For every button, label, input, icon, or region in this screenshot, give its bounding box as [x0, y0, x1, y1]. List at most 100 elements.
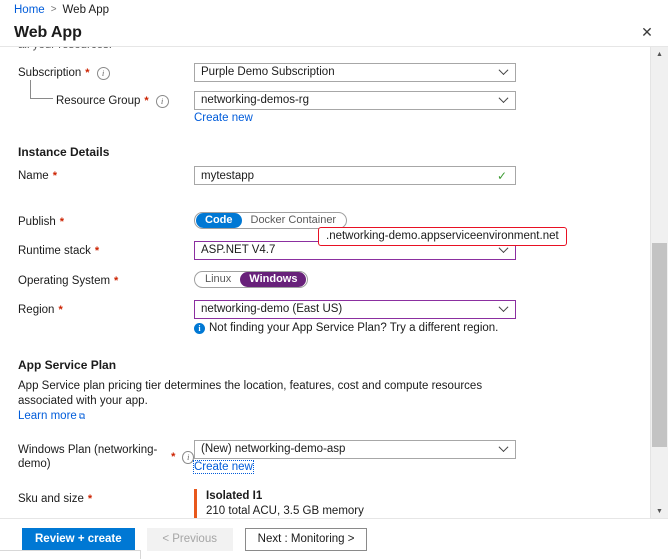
publish-label-text: Publish [18, 215, 56, 229]
valid-check-icon: ✓ [497, 169, 507, 183]
operating-system-label-text: Operating System [18, 274, 110, 288]
region-note: i Not finding your App Service Plan? Try… [194, 322, 648, 334]
subscription-control: Purple Demo Subscription [194, 63, 648, 82]
name-label-text: Name [18, 169, 49, 183]
runtime-stack-value: ASP.NET V4.7 [201, 242, 275, 259]
subscription-label-text: Subscription [18, 66, 81, 80]
web-app-form: all your resources. Subscription * i Pur… [0, 47, 648, 519]
name-input-wrapper[interactable]: ✓ [194, 166, 516, 185]
windows-plan-label: Windows Plan (networking-demo) * i [18, 440, 194, 471]
review-create-button[interactable]: Review + create [22, 528, 135, 551]
windows-plan-actions: Create new [194, 461, 648, 473]
publish-option-code[interactable]: Code [196, 213, 242, 228]
chevron-down-icon [500, 246, 508, 254]
subscription-value: Purple Demo Subscription [201, 64, 335, 81]
name-suffix-callout: .networking-demo.appserviceenvironment.n… [318, 227, 567, 246]
region-control: networking-demo (East US) i Not finding … [194, 300, 648, 334]
breadcrumb: Home > Web App [0, 0, 668, 19]
required-asterisk: * [58, 303, 62, 317]
clipped-top-text: all your resources. [0, 47, 648, 54]
windows-plan-value: (New) networking-demo-asp [201, 441, 345, 458]
region-dropdown[interactable]: networking-demo (East US) [194, 300, 516, 319]
blade-header: Web App ✕ [0, 19, 668, 47]
instance-details-heading: Instance Details [0, 145, 648, 159]
create-new-resource-group-link[interactable]: Create new [194, 112, 253, 124]
subscription-row: Subscription * i Purple Demo Subscriptio… [0, 63, 648, 82]
publish-option-docker-container[interactable]: Docker Container [242, 213, 346, 228]
sku-and-size-label-text: Sku and size [18, 492, 84, 506]
name-label: Name * [18, 166, 194, 183]
info-icon[interactable]: i [97, 67, 110, 80]
app-service-plan-heading: App Service Plan [0, 358, 648, 372]
sku-and-size-row: Sku and size * Isolated I1 210 total ACU… [0, 489, 648, 519]
sku-and-size-label: Sku and size * [18, 489, 194, 506]
breadcrumb-separator-icon: > [51, 4, 57, 15]
learn-more-line: Learn more⧉ [0, 409, 528, 424]
form-scroll-area[interactable]: all your resources. Subscription * i Pur… [0, 47, 668, 519]
required-asterisk: * [95, 244, 99, 258]
publish-label: Publish * [18, 212, 194, 229]
browser-status-bar [0, 550, 141, 559]
runtime-stack-label-text: Runtime stack [18, 244, 91, 258]
subscription-dropdown[interactable]: Purple Demo Subscription [194, 63, 516, 82]
operating-system-control: Linux Windows [194, 271, 648, 288]
region-note-text: Not finding your App Service Plan? Try a… [209, 322, 498, 334]
chevron-down-icon [500, 305, 508, 313]
breadcrumb-current: Web App [63, 4, 109, 16]
region-row: Region * networking-demo (East US) i Not… [0, 300, 648, 334]
scroll-up-arrow-icon[interactable]: ▲ [651, 47, 668, 62]
operating-system-toggle-group[interactable]: Linux Windows [194, 271, 308, 288]
info-icon[interactable]: i [182, 451, 194, 464]
close-icon[interactable]: ✕ [636, 22, 658, 44]
info-icon: i [194, 323, 205, 334]
operating-system-row: Operating System * Linux Windows [0, 271, 648, 289]
windows-plan-row: Windows Plan (networking-demo) * i (New)… [0, 440, 648, 473]
resource-group-label-text: Resource Group [56, 94, 140, 108]
learn-more-link[interactable]: Learn more [18, 410, 77, 422]
required-asterisk: * [144, 94, 148, 108]
windows-plan-control: (New) networking-demo-asp Create new [194, 440, 648, 473]
windows-plan-dropdown[interactable]: (New) networking-demo-asp [194, 440, 516, 459]
resource-group-actions: Create new [194, 112, 648, 124]
breadcrumb-home-link[interactable]: Home [14, 4, 45, 16]
chevron-down-icon [500, 445, 508, 453]
region-value: networking-demo (East US) [201, 301, 342, 318]
os-option-windows[interactable]: Windows [240, 272, 306, 287]
required-asterisk: * [85, 66, 89, 80]
required-asterisk: * [53, 169, 57, 183]
app-service-plan-description: App Service plan pricing tier determines… [0, 379, 528, 409]
previous-button[interactable]: < Previous [147, 528, 233, 551]
resource-group-value: networking-demos-rg [201, 92, 309, 109]
scroll-down-arrow-icon[interactable]: ▼ [651, 504, 668, 519]
vertical-scrollbar[interactable]: ▲ ▼ [650, 47, 668, 519]
chevron-down-icon [500, 68, 508, 76]
required-asterisk: * [88, 492, 92, 506]
region-label: Region * [18, 300, 194, 317]
external-link-icon[interactable]: ⧉ [79, 411, 85, 421]
windows-plan-label-text: Windows Plan (networking-demo) [18, 443, 167, 471]
scrollbar-thumb[interactable] [652, 243, 667, 446]
resource-group-dropdown[interactable]: networking-demos-rg [194, 91, 516, 110]
subscription-label: Subscription * i [18, 63, 194, 80]
required-asterisk: * [114, 274, 118, 288]
sku-summary: Isolated I1 210 total ACU, 3.5 GB memory… [194, 489, 648, 519]
tree-connector-icon [30, 80, 53, 99]
info-icon[interactable]: i [156, 95, 169, 108]
name-control: ✓ [194, 166, 648, 185]
runtime-stack-label: Runtime stack * [18, 241, 194, 258]
name-input[interactable] [201, 170, 493, 182]
name-row: Name * ✓ [0, 166, 648, 185]
sku-title: Isolated I1 [206, 489, 648, 504]
create-new-plan-link[interactable]: Create new [194, 461, 253, 473]
sku-and-size-control: Isolated I1 210 total ACU, 3.5 GB memory… [194, 489, 648, 519]
scrollbar-track[interactable] [651, 62, 668, 504]
operating-system-label: Operating System * [18, 271, 194, 288]
required-asterisk: * [60, 215, 64, 229]
resource-group-control: networking-demos-rg Create new [194, 91, 648, 124]
next-monitoring-button[interactable]: Next : Monitoring > [245, 528, 368, 551]
os-option-linux[interactable]: Linux [196, 272, 240, 287]
sku-details: 210 total ACU, 3.5 GB memory [206, 504, 648, 519]
resource-group-row: Resource Group * i networking-demos-rg C… [0, 91, 648, 124]
required-asterisk: * [171, 450, 175, 464]
resource-group-label: Resource Group * i [18, 91, 194, 108]
